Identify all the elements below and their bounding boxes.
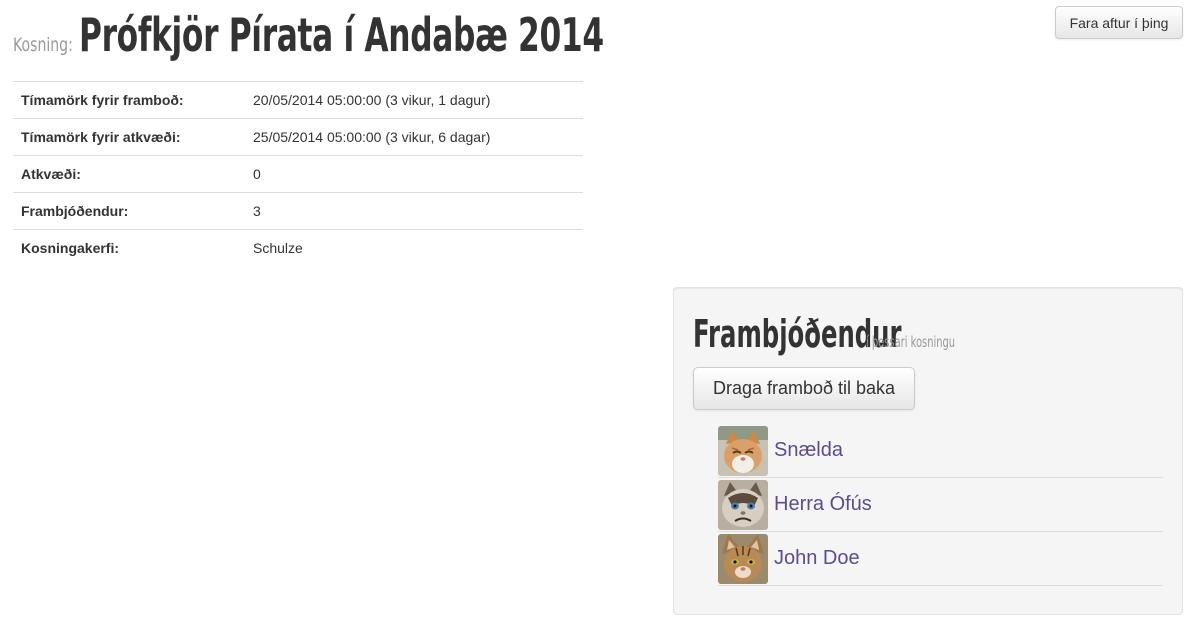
- candidate-list: Snælda Herra Ófús John Doe: [718, 424, 1163, 586]
- candidates-panel-title: Frambjóðendur: [693, 312, 902, 356]
- kosning-label: Kosning:: [13, 34, 73, 56]
- candidates-panel: Frambjóðendur í þessari kosningu Draga f…: [673, 287, 1183, 615]
- info-row-voting-system: Kosningakerfi: Schulze: [13, 229, 583, 266]
- info-key: Atkvæði:: [13, 155, 245, 193]
- info-value: 0: [245, 155, 583, 193]
- info-value: Schulze: [245, 229, 583, 266]
- candidate-name-link[interactable]: Herra Ófús: [774, 493, 872, 516]
- back-to-assembly-button[interactable]: Fara aftur í þing: [1055, 6, 1183, 39]
- info-value: 20/05/2014 05:00:00 (3 vikur, 1 dagur): [245, 81, 583, 119]
- info-row-nomination-deadline: Tímamörk fyrir framboð: 20/05/2014 05:00…: [13, 81, 583, 119]
- info-key: Tímamörk fyrir framboð:: [13, 81, 245, 119]
- info-row-votes: Atkvæði: 0: [13, 155, 583, 193]
- page-title: Prófkjör Pírata í Andabæ 2014: [79, 8, 604, 62]
- candidates-panel-subtitle: í þessari kosningu: [866, 333, 956, 351]
- grumpy-cat-avatar[interactable]: [718, 479, 768, 530]
- info-key: Kosningakerfi:: [13, 229, 245, 266]
- candidate-item: Snælda: [718, 424, 1163, 478]
- page: Kosning: Prófkjör Pírata í Andabæ 2014 F…: [0, 0, 1188, 628]
- page-header: Kosning: Prófkjör Pírata í Andabæ 2014: [13, 8, 851, 62]
- info-row-voting-deadline: Tímamörk fyrir atkvæði: 25/05/2014 05:00…: [13, 118, 583, 156]
- candidate-name-link[interactable]: Snælda: [774, 439, 843, 462]
- candidates-panel-header: Frambjóðendur í þessari kosningu: [693, 315, 1001, 353]
- info-value: 3: [245, 192, 583, 230]
- info-key: Tímamörk fyrir atkvæði:: [13, 118, 245, 156]
- withdraw-candidacy-button[interactable]: Draga framboð til baka: [693, 367, 915, 410]
- info-row-candidates: Frambjóðendur: 3: [13, 192, 583, 230]
- info-value: 25/05/2014 05:00:00 (3 vikur, 6 dagar): [245, 118, 583, 156]
- info-key: Frambjóðendur:: [13, 192, 245, 230]
- ginger-cat-avatar[interactable]: [718, 425, 768, 476]
- candidate-item: Herra Ófús: [718, 478, 1163, 532]
- tabby-cat-avatar[interactable]: [718, 533, 768, 584]
- candidate-item: John Doe: [718, 532, 1163, 586]
- candidate-name-link[interactable]: John Doe: [774, 547, 860, 570]
- election-info-table: Tímamörk fyrir framboð: 20/05/2014 05:00…: [13, 81, 583, 266]
